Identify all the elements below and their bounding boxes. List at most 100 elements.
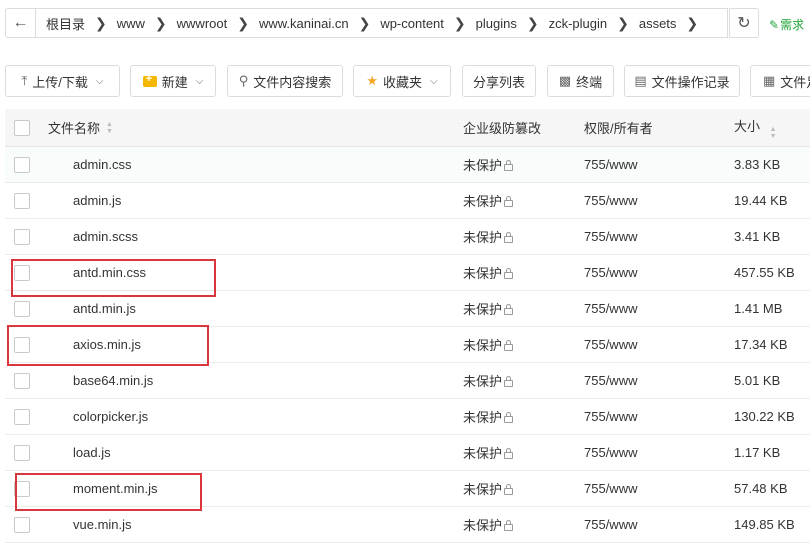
log-icon: ▤: [634, 73, 647, 88]
breadcrumb-plugins[interactable]: plugins ❯: [476, 16, 549, 31]
file-name-cell[interactable]: admin.css: [48, 155, 132, 175]
protection-status: 未保护: [463, 518, 503, 533]
more-tools-button[interactable]: ▦ 文件足: [750, 65, 810, 97]
file-name[interactable]: antd.min.js: [73, 301, 136, 316]
table-row[interactable]: load.js 未保护 755/www 1.17 KB: [5, 435, 810, 471]
size-cell: 57.48 KB: [734, 481, 788, 496]
protection-cell[interactable]: 未保护: [463, 479, 514, 498]
back-button[interactable]: ←: [5, 8, 35, 38]
permission-cell[interactable]: 755/www: [584, 445, 637, 460]
file-name-cell[interactable]: base64.min.js: [48, 371, 153, 391]
row-checkbox[interactable]: [14, 444, 30, 461]
permission-cell[interactable]: 755/www: [584, 157, 637, 172]
protection-cell[interactable]: 未保护: [463, 263, 514, 282]
row-checkbox[interactable]: [14, 408, 30, 425]
breadcrumb-wwwroot[interactable]: wwwroot ❯: [177, 16, 259, 31]
table-row[interactable]: colorpicker.js 未保护 755/www 130.22 KB: [5, 399, 810, 435]
chevron-right-icon: ❯: [686, 15, 699, 31]
chevron-down-icon: ⌵: [430, 75, 438, 87]
permission-cell[interactable]: 755/www: [584, 229, 637, 244]
permission-cell[interactable]: 755/www: [584, 301, 637, 316]
column-name-header[interactable]: 文件名称 ▲ ▼: [48, 118, 113, 137]
file-name[interactable]: admin.scss: [73, 229, 138, 244]
file-name[interactable]: colorpicker.js: [73, 409, 148, 424]
file-name[interactable]: vue.min.js: [73, 517, 132, 532]
size-cell: 1.41 MB: [734, 301, 783, 316]
protection-cell[interactable]: 未保护: [463, 407, 514, 426]
breadcrumb-wp-content[interactable]: wp-content ❯: [380, 16, 475, 31]
table-row[interactable]: vue.min.js 未保护 755/www 149.85 KB: [5, 507, 810, 543]
file-content-search-button[interactable]: ⚲ 文件内容搜索: [227, 65, 343, 97]
favorites-button[interactable]: ★ 收藏夹 ⌵: [353, 65, 451, 97]
js-file-icon: [48, 515, 64, 535]
protection-cell[interactable]: 未保护: [463, 227, 514, 246]
protection-status: 未保护: [463, 410, 503, 425]
file-name-cell[interactable]: admin.scss: [48, 227, 138, 247]
share-list-button[interactable]: 分享列表: [462, 65, 536, 97]
lock-icon: [504, 340, 514, 351]
file-name[interactable]: load.js: [73, 445, 111, 460]
file-name-cell[interactable]: vue.min.js: [48, 515, 132, 535]
lock-icon: [504, 196, 514, 207]
permission-cell[interactable]: 755/www: [584, 373, 637, 388]
row-checkbox[interactable]: [14, 300, 30, 317]
permission-cell[interactable]: 755/www: [584, 337, 637, 352]
protection-cell[interactable]: 未保护: [463, 335, 514, 354]
permission-cell[interactable]: 755/www: [584, 193, 637, 208]
lock-icon: [504, 232, 514, 243]
permission-cell[interactable]: 755/www: [584, 409, 637, 424]
breadcrumb-www[interactable]: www ❯: [117, 16, 177, 31]
row-checkbox[interactable]: [14, 228, 30, 245]
lock-icon: [504, 412, 514, 423]
js-file-icon: [48, 443, 64, 463]
size-cell: 5.01 KB: [734, 373, 781, 388]
sort-icon: ▲ ▼: [106, 120, 113, 135]
permission-cell[interactable]: 755/www: [584, 481, 637, 496]
file-operation-log-button[interactable]: ▤ 文件操作记录: [624, 65, 740, 97]
table-row[interactable]: base64.min.js 未保护 755/www 5.01 KB: [5, 363, 810, 399]
chevron-right-icon: ❯: [453, 15, 466, 31]
file-name[interactable]: admin.css: [73, 157, 132, 172]
protection-status: 未保护: [463, 158, 503, 173]
column-enterprise-header: 企业级防篡改: [463, 121, 542, 136]
upload-download-button[interactable]: ⤒ 上传/下载 ⌵: [5, 65, 120, 97]
row-checkbox[interactable]: [14, 516, 30, 533]
size-cell: 17.34 KB: [734, 337, 788, 352]
file-name-cell[interactable]: colorpicker.js: [48, 407, 148, 427]
permission-cell[interactable]: 755/www: [584, 265, 637, 280]
chevron-right-icon: ❯: [95, 15, 107, 31]
column-size-header[interactable]: 大小 ▲ ▼: [734, 116, 777, 140]
protection-cell[interactable]: 未保护: [463, 299, 514, 318]
protection-cell[interactable]: 未保护: [463, 443, 514, 462]
select-all-checkbox[interactable]: [14, 119, 30, 136]
request-link[interactable]: ✎ 需求: [769, 16, 804, 33]
lock-icon: [504, 160, 514, 171]
breadcrumb-site[interactable]: www.kaninai.cn ❯: [259, 16, 380, 31]
protection-status: 未保护: [463, 374, 503, 389]
protection-cell[interactable]: 未保护: [463, 515, 514, 534]
protection-cell[interactable]: 未保护: [463, 371, 514, 390]
file-name-cell[interactable]: antd.min.js: [48, 299, 136, 319]
protection-cell[interactable]: 未保护: [463, 155, 514, 174]
file-name[interactable]: admin.js: [73, 193, 121, 208]
row-checkbox[interactable]: [14, 372, 30, 389]
table-row[interactable]: admin.css 未保护 755/www 3.83 KB: [5, 147, 810, 183]
row-checkbox[interactable]: [14, 192, 30, 209]
file-name[interactable]: base64.min.js: [73, 373, 153, 388]
permission-cell[interactable]: 755/www: [584, 517, 637, 532]
protection-status: 未保护: [463, 230, 503, 245]
new-button[interactable]: 新建 ⌵: [130, 65, 216, 97]
row-checkbox[interactable]: [14, 156, 30, 173]
table-row[interactable]: admin.scss 未保护 755/www 3.41 KB: [5, 219, 810, 255]
protection-cell[interactable]: 未保护: [463, 191, 514, 210]
table-row[interactable]: admin.js 未保护 755/www 19.44 KB: [5, 183, 810, 219]
file-name-cell[interactable]: admin.js: [48, 191, 121, 211]
breadcrumb-zck-plugin[interactable]: zck-plugin ❯: [549, 16, 639, 31]
breadcrumb-root[interactable]: 根目录 ❯: [46, 14, 117, 33]
js-file-icon: [48, 191, 64, 211]
refresh-button[interactable]: ↻: [729, 8, 759, 38]
arrow-left-icon: ←: [12, 14, 29, 31]
file-name-cell[interactable]: load.js: [48, 443, 111, 463]
terminal-button[interactable]: ▩ 终端: [547, 65, 614, 97]
breadcrumb-assets[interactable]: assets ❯: [639, 16, 708, 31]
